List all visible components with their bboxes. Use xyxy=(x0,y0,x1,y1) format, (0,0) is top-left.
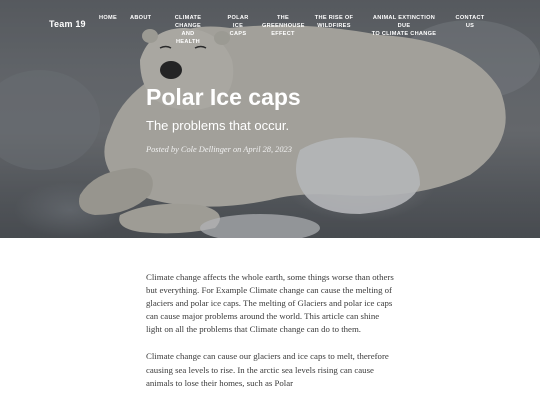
nav-item-contact-us[interactable]: CONTACT US xyxy=(455,14,485,30)
nav-label: CONTACT xyxy=(455,15,485,21)
nav-item-animal-extinction[interactable]: ANIMAL EXTINCTION DUE TO CLIMATE CHANGE xyxy=(366,14,442,38)
article-paragraph: Climate change affects the whole earth, … xyxy=(146,272,394,335)
hero-banner: Team 19 HOME ABOUT CLIMATE CHANGE AND HE… xyxy=(0,0,540,238)
article-body: Climate change affects the whole earth, … xyxy=(146,271,394,404)
nav-item-home[interactable]: HOME xyxy=(99,14,117,22)
nav-label: WILDFIRES xyxy=(317,23,351,29)
page-title: Polar Ice caps xyxy=(146,84,301,110)
page-subtitle: The problems that occur. xyxy=(146,118,290,133)
article-paragraph: Climate change can cause our glaciers an… xyxy=(146,351,389,388)
nav-label: GREENHOUSE xyxy=(262,23,305,29)
top-navigation: Team 19 HOME ABOUT CLIMATE CHANGE AND HE… xyxy=(0,0,540,46)
nav-item-polar-ice-caps[interactable]: POLAR ICE CAPS xyxy=(226,14,250,38)
nav-label: ANIMAL EXTINCTION DUE xyxy=(372,15,436,29)
nav-item-about[interactable]: ABOUT xyxy=(130,14,151,22)
nav-label: HEALTH xyxy=(175,39,201,45)
nav-label: POLAR xyxy=(227,15,249,21)
nav-item-the-rise-of-wildfires[interactable]: THE RISE OF WILDFIRES xyxy=(314,14,354,30)
nav-label: THE RISE OF xyxy=(314,15,354,21)
nav-label: CLIMATE xyxy=(174,15,202,21)
nav-label: HOME xyxy=(99,15,117,21)
nav-label: US xyxy=(465,23,475,29)
nav-label: CHANGE AND xyxy=(174,23,202,37)
post-meta: Posted by Cole Dellinger on April 28, 20… xyxy=(146,145,292,154)
nav-label: EFFECT xyxy=(271,31,295,37)
nav-label: THE xyxy=(276,15,290,21)
nav-label: ABOUT xyxy=(130,15,152,21)
nav-label: TO CLIMATE CHANGE xyxy=(371,31,437,37)
nav-item-climate-change-and-health[interactable]: CLIMATE CHANGE AND HEALTH xyxy=(168,14,208,46)
nav-label: ICE xyxy=(232,23,244,29)
nav-label: CAPS xyxy=(229,31,247,37)
site-title-link[interactable]: Team 19 xyxy=(49,19,86,29)
nav-item-the-greenhouse-effect[interactable]: THE GREENHOUSE EFFECT xyxy=(262,14,304,38)
